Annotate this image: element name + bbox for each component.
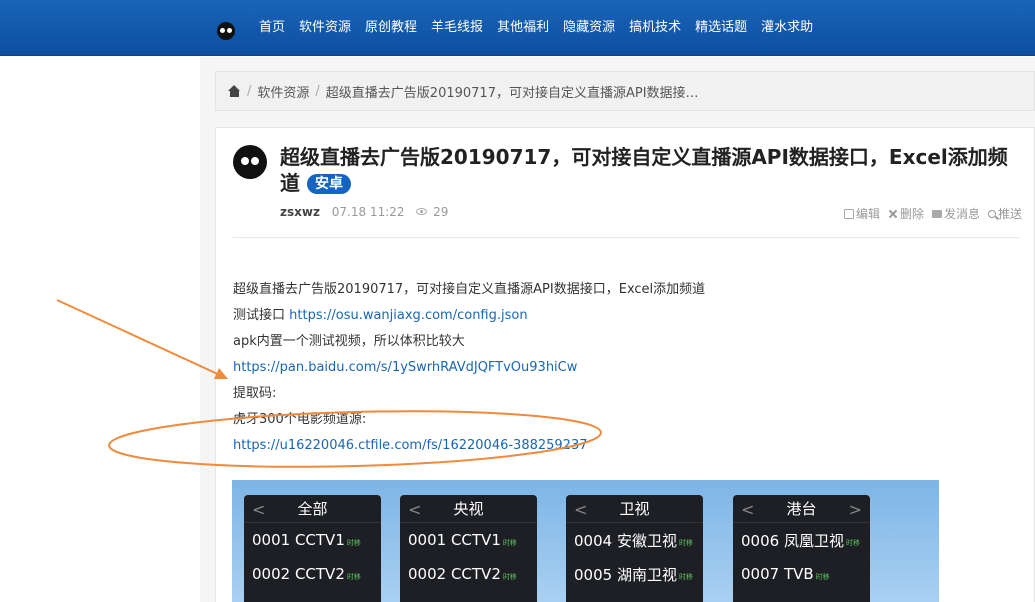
extraction-code-label: 提取码: xyxy=(233,386,277,401)
channel-row: 0001 CCTV1 时移 xyxy=(400,523,537,557)
nav-item-tutorials[interactable]: 原创教程 xyxy=(358,0,424,56)
timeshift-badge: 时移 xyxy=(502,573,517,581)
timeshift-badge: 时移 xyxy=(502,539,517,547)
nav-item-other[interactable]: 其他福利 xyxy=(490,0,556,56)
huya-source-label: 虎牙300个电影频道源: xyxy=(233,412,367,427)
content-line: apk内置一个测试视频，所以体积比较大 xyxy=(233,334,465,349)
post-date: 07.18 11:22 xyxy=(331,205,405,219)
timeshift-badge: 时移 xyxy=(346,573,361,581)
nav-item-tech[interactable]: 搞机技术 xyxy=(622,0,688,56)
post-title-text: 超级直播去广告版20190717，可对接自定义直播源API数据接口，Excel添… xyxy=(280,145,1008,195)
site-logo[interactable] xyxy=(217,22,235,40)
channel-panel: < 央视 0001 CCTV1 时移 0002 CCTV2 时移 xyxy=(400,495,537,602)
push-button[interactable]: 推送 xyxy=(987,205,1022,222)
breadcrumb-current: 超级直播去广告版20190717，可对接自定义直播源API数据接… xyxy=(325,85,699,101)
post-meta: zsxwz 07.18 11:22 29 xyxy=(280,205,448,219)
edit-icon xyxy=(843,208,854,219)
edit-button[interactable]: 编辑 xyxy=(843,205,880,222)
timeshift-badge: 时移 xyxy=(678,539,693,547)
panel-header: < 卫视 xyxy=(566,495,703,523)
chevron-left-icon: < xyxy=(408,500,422,519)
channel-name: 0005 湖南卫视 xyxy=(574,565,677,584)
message-label: 发消息 xyxy=(943,207,980,221)
channel-panel: < 卫视 0004 安徽卫视 时移 0005 湖南卫视 时移 xyxy=(566,495,703,602)
content-line: https://u16220046.ctfile.com/fs/16220046… xyxy=(233,433,705,459)
timeshift-badge: 时移 xyxy=(346,539,361,547)
top-navbar: 首页 软件资源 原创教程 羊毛线报 其他福利 隐藏资源 搞机技术 精选话题 灌水… xyxy=(0,0,1035,56)
panel-header: < 港台 > xyxy=(733,495,870,523)
post-title: 超级直播去广告版20190717，可对接自定义直播源API数据接口，Excel添… xyxy=(280,144,1015,196)
panel-header-label: 全部 xyxy=(297,500,328,518)
breadcrumb: / 软件资源 / 超级直播去广告版20190717，可对接自定义直播源API数据… xyxy=(215,71,1035,111)
channel-name: 0004 安徽卫视 xyxy=(574,531,677,550)
eye-icon xyxy=(416,208,428,215)
channel-row: 0002 CCTV2 时移 xyxy=(244,557,381,591)
author-avatar[interactable] xyxy=(233,145,267,179)
divider xyxy=(233,237,1019,238)
chevron-right-icon: > xyxy=(848,500,862,519)
breadcrumb-separator: / xyxy=(315,83,320,99)
test-api-link[interactable]: https://osu.wanjiaxg.com/config.json xyxy=(289,308,527,323)
channel-panel: < 全部 0001 CCTV1 时移 0002 CCTV2 时移 xyxy=(244,495,381,602)
channel-row: 0001 CCTV1 时移 xyxy=(244,523,381,557)
timeshift-badge: 时移 xyxy=(678,573,693,581)
baidu-link[interactable]: https://pan.baidu.com/s/1ySwrhRAVdJQFTvO… xyxy=(233,360,577,375)
post-actions: 编辑 删除 发消息 推送 xyxy=(843,205,1022,222)
channel-name: 0002 CCTV2 xyxy=(408,565,501,583)
test-api-label: 测试接口 xyxy=(233,308,290,323)
panel-header: < 全部 xyxy=(244,495,381,523)
nav-item-topics[interactable]: 精选话题 xyxy=(688,0,754,56)
content-line: 测试接口 https://osu.wanjiaxg.com/config.jso… xyxy=(233,303,705,329)
nav-item-deals[interactable]: 羊毛线报 xyxy=(424,0,490,56)
nav-item-software[interactable]: 软件资源 xyxy=(292,0,358,56)
left-gutter xyxy=(0,57,200,602)
breadcrumb-software[interactable]: 软件资源 xyxy=(257,82,309,101)
nav-item-hidden[interactable]: 隐藏资源 xyxy=(556,0,622,56)
delete-label: 删除 xyxy=(899,207,924,221)
panel-header: < 央视 xyxy=(400,495,537,523)
channel-name: 0006 凤凰卫视 xyxy=(741,531,844,550)
panel-header-label: 港台 xyxy=(786,500,817,518)
channel-row: 0007 TVB 时移 xyxy=(733,557,870,591)
message-button[interactable]: 发消息 xyxy=(931,205,980,222)
channel-row: 0002 CCTV2 时移 xyxy=(400,557,537,591)
channel-name: 0001 CCTV1 xyxy=(408,531,501,549)
channel-name: 0001 CCTV1 xyxy=(252,531,345,549)
channel-row: 0006 凤凰卫视 时移 xyxy=(733,523,870,557)
channel-panel: < 港台 > 0006 凤凰卫视 时移 0007 TVB 时移 xyxy=(733,495,870,602)
channel-name: 0007 TVB xyxy=(741,565,814,583)
timeshift-badge: 时移 xyxy=(845,539,860,547)
main-nav: 首页 软件资源 原创教程 羊毛线报 其他福利 隐藏资源 搞机技术 精选话题 灌水… xyxy=(252,0,820,56)
content-line: https://pan.baidu.com/s/1ySwrhRAVdJQFTvO… xyxy=(233,355,705,381)
push-label: 推送 xyxy=(997,207,1022,221)
view-count: 29 xyxy=(433,205,449,219)
delete-button[interactable]: 删除 xyxy=(888,205,924,222)
mail-icon xyxy=(931,209,942,218)
chevron-left-icon: < xyxy=(574,500,588,519)
home-icon[interactable] xyxy=(228,85,241,97)
edit-label: 编辑 xyxy=(855,207,880,221)
panel-header-label: 央视 xyxy=(453,500,484,518)
channel-row: 0005 湖南卫视 时移 xyxy=(566,557,703,591)
timeshift-badge: 时移 xyxy=(815,573,830,581)
breadcrumb-separator: / xyxy=(247,83,252,99)
channel-name: 0002 CCTV2 xyxy=(252,565,345,583)
post-content: 超级直播去广告版20190717，可对接自定义直播源API数据接口，Excel添… xyxy=(233,277,705,459)
panel-header-label: 卫视 xyxy=(619,500,650,518)
search-icon xyxy=(987,209,996,218)
nav-item-help[interactable]: 灌水求助 xyxy=(754,0,820,56)
channel-row: 0004 安徽卫视 时移 xyxy=(566,523,703,557)
app-screenshot-image: < 全部 0001 CCTV1 时移 0002 CCTV2 时移 < 央视 0001 C… xyxy=(232,480,939,602)
nav-item-home[interactable]: 首页 xyxy=(252,0,292,56)
category-tag[interactable]: 安卓 xyxy=(306,174,351,194)
close-icon xyxy=(888,209,898,219)
chevron-left-icon: < xyxy=(252,500,266,519)
content-line: 超级直播去广告版20190717，可对接自定义直播源API数据接口，Excel添… xyxy=(233,282,706,297)
chevron-left-icon: < xyxy=(741,500,755,519)
ctfile-link[interactable]: https://u16220046.ctfile.com/fs/16220046… xyxy=(233,438,588,453)
author-name[interactable]: zsxwz xyxy=(280,205,320,219)
